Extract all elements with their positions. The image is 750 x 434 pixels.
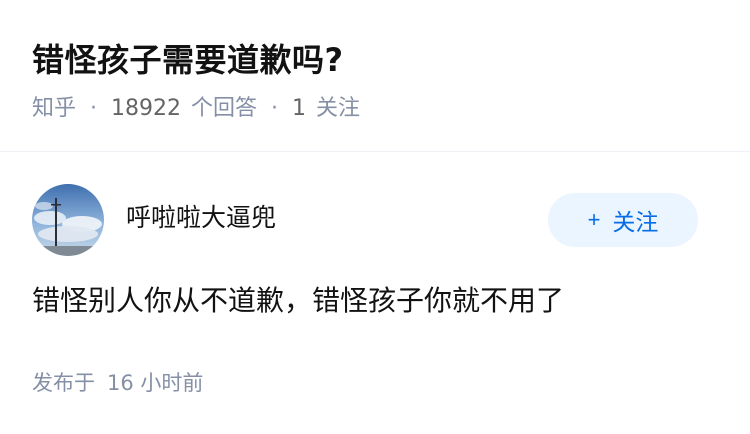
avatar[interactable] — [32, 184, 104, 256]
meta-separator-dot: · — [271, 96, 279, 121]
site-name[interactable]: 知乎 — [32, 94, 76, 124]
follow-button-label: 关注 — [612, 209, 659, 235]
answer-content[interactable]: 错怪别人你从不道歉，错怪孩子你就不用了 — [32, 280, 718, 322]
answer-publish-time: 发布于 16 小时前 — [32, 368, 203, 398]
answer-count-label: 个回答 — [191, 96, 258, 121]
question-header: 错怪孩子需要道歉吗? 知乎 · 18922 个回答 · 1 关注 — [32, 36, 718, 124]
sky-landscape-avatar-icon — [32, 184, 104, 256]
meta-separator-dot: · — [90, 96, 98, 121]
follow-count-label: 关注 — [316, 96, 361, 121]
follow-count: 1 — [292, 96, 307, 121]
answer-count: 18922 — [111, 96, 182, 121]
answer-page: 错怪孩子需要道歉吗? 知乎 · 18922 个回答 · 1 关注 呼啦啦大逼兜 … — [0, 0, 750, 434]
publish-label: 发布于 — [32, 371, 95, 395]
publish-time: 16 小时前 — [107, 371, 204, 395]
divider — [0, 151, 750, 152]
follow-button[interactable]: + 关注 — [548, 193, 698, 247]
answer-author-row: 呼啦啦大逼兜 + 关注 — [32, 184, 698, 256]
question-meta: 知乎 · 18922 个回答 · 1 关注 — [32, 94, 718, 124]
question-title[interactable]: 错怪孩子需要道歉吗? — [32, 36, 718, 84]
author-name[interactable]: 呼啦啦大逼兜 — [126, 198, 548, 234]
plus-icon: + — [587, 207, 601, 232]
